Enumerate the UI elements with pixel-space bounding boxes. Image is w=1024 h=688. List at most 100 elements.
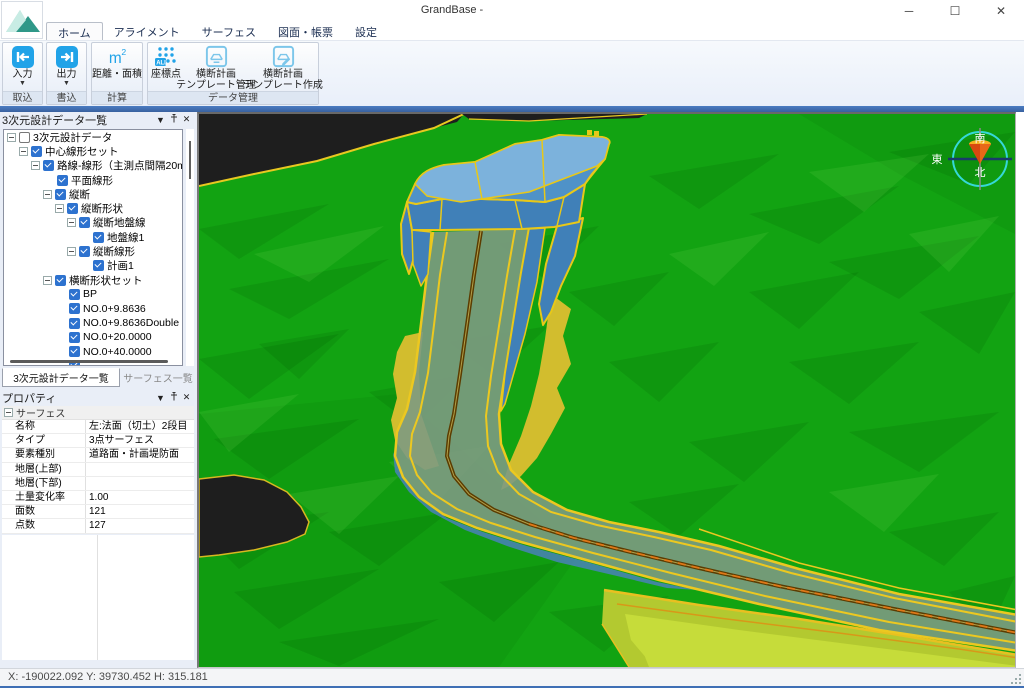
tree-checkbox[interactable]: [69, 346, 80, 357]
collapse-icon[interactable]: [31, 161, 40, 170]
tree-item[interactable]: 縦断地盤線: [4, 216, 182, 230]
tree-item-label: 地盤線1: [107, 230, 144, 245]
collapse-icon[interactable]: [67, 218, 76, 227]
property-row[interactable]: 地層(下部): [2, 477, 194, 491]
tree-checkbox[interactable]: [69, 318, 80, 329]
property-row[interactable]: 点数127: [2, 519, 194, 533]
tab-drawing[interactable]: 図面・帳票: [267, 22, 344, 40]
dropdown-arrow-icon: ▼: [19, 80, 26, 88]
resize-grip[interactable]: [1008, 671, 1021, 684]
property-label: 地層(下部): [2, 477, 85, 490]
tree-checkbox[interactable]: [79, 246, 90, 257]
property-value: 3点サーフェス: [85, 434, 194, 447]
properties-panel-title: プロパティ: [2, 390, 56, 406]
close-button[interactable]: ✕: [978, 0, 1024, 22]
input-button[interactable]: 入力 ▼: [3, 43, 42, 92]
property-label: 地層(上部): [2, 463, 85, 476]
tree-item[interactable]: 縦断: [4, 187, 182, 201]
pin-icon[interactable]: [167, 114, 180, 125]
property-group-header[interactable]: サーフェス: [2, 406, 194, 420]
tree-item[interactable]: 中心線形セット: [4, 144, 182, 158]
tab-surface[interactable]: サーフェス: [191, 22, 267, 40]
tree-item[interactable]: 計画1: [4, 259, 182, 273]
import-icon: [10, 44, 35, 69]
close-panel-icon[interactable]: ✕: [180, 392, 193, 403]
tab-home[interactable]: ホーム: [46, 22, 103, 40]
tree-checkbox[interactable]: [69, 289, 80, 300]
tree-checkbox[interactable]: [69, 332, 80, 343]
tree-item[interactable]: NO.0+9.8636Double: [4, 316, 182, 330]
collapse-icon[interactable]: [43, 276, 52, 285]
viewport-3d[interactable]: 東 西 南 北: [197, 112, 1016, 668]
panel-menu-icon[interactable]: ▼: [154, 115, 167, 125]
dropdown-arrow-icon: ▼: [63, 80, 70, 88]
tree-checkbox[interactable]: [19, 132, 30, 143]
property-row[interactable]: 土量変化率1.00: [2, 491, 194, 505]
tree-horizontal-scrollbar[interactable]: [10, 360, 168, 363]
template-create-button[interactable]: 横断計画 テンプレート作成: [248, 43, 318, 92]
tree-item[interactable]: 横断形状セット: [4, 273, 182, 287]
tree-item[interactable]: 平面線形: [4, 173, 182, 187]
tab-surface-list[interactable]: サーフェス一覧: [122, 368, 194, 387]
export-icon: [54, 44, 79, 69]
tree-item[interactable]: NO.0+40.0000: [4, 344, 182, 358]
collapse-icon[interactable]: [4, 408, 13, 417]
tree-item-label: 中心線形セット: [45, 144, 119, 159]
tree-item-label: NO.0+9.8636: [83, 303, 146, 315]
property-row[interactable]: タイプ3点サーフェス: [2, 434, 194, 448]
tree-item[interactable]: NO.0+20.0000: [4, 330, 182, 344]
property-row[interactable]: 要素種別道路面・計画堤防面: [2, 448, 194, 462]
property-row[interactable]: 地層(上部): [2, 463, 194, 477]
tree-checkbox[interactable]: [67, 203, 78, 214]
panel-menu-icon[interactable]: ▼: [154, 393, 167, 403]
pin-icon[interactable]: [167, 392, 180, 403]
tree-item[interactable]: 路線-線形（主測点間隔20m: [4, 159, 182, 173]
property-value: 1.00: [85, 491, 194, 504]
sidebar: 3次元設計データ一覧 ▼ ✕ 3次元設計データ中心線形セット路線-線形（主測点間…: [0, 112, 197, 668]
properties-empty-area: [2, 535, 194, 660]
tree-item-label: NO.0+9.8636Double: [83, 317, 179, 329]
collapse-icon[interactable]: [19, 147, 28, 156]
status-bar: X: -190022.092 Y: 39730.452 H: 315.181: [0, 668, 1024, 686]
tree-item-label: 横断形状セット: [69, 273, 143, 288]
tree-item[interactable]: NO.0+9.8636: [4, 302, 182, 316]
collapse-icon[interactable]: [67, 247, 76, 256]
tab-design-data-list[interactable]: 3次元設計データ一覧: [2, 368, 120, 387]
collapse-icon[interactable]: [43, 190, 52, 199]
tree-checkbox[interactable]: [93, 232, 104, 243]
tree-checkbox[interactable]: [31, 146, 42, 157]
tree-item[interactable]: 縦断形状: [4, 201, 182, 215]
tree-checkbox[interactable]: [79, 217, 90, 228]
tab-alignment[interactable]: アライメント: [103, 22, 191, 40]
tab-settings[interactable]: 設定: [344, 22, 388, 40]
compass-north-label: 北: [975, 166, 986, 179]
app-logo[interactable]: [1, 1, 43, 39]
property-row[interactable]: 名称左:法面（切土）2段目: [2, 420, 194, 434]
collapse-icon[interactable]: [7, 133, 16, 142]
tree-checkbox[interactable]: [55, 189, 66, 200]
tree-item[interactable]: 3次元設計データ: [4, 130, 182, 144]
design-data-tree: 3次元設計データ中心線形セット路線-線形（主測点間隔20m平面線形縦断縦断形状縦…: [3, 129, 183, 366]
tree-item[interactable]: 縦断線形: [4, 244, 182, 258]
tree-checkbox[interactable]: [93, 260, 104, 271]
tree-item[interactable]: 地盤線1: [4, 230, 182, 244]
template-manage-button[interactable]: 横断計画 テンプレート管理: [184, 43, 248, 92]
coordinate-readout: X: -190022.092 Y: 39730.452 H: 315.181: [8, 671, 208, 683]
tree-checkbox[interactable]: [43, 160, 54, 171]
tree-item-label: 縦断地盤線: [93, 215, 146, 230]
tree-vertical-scrollbar[interactable]: [186, 129, 194, 366]
tree-item-label: 3次元設計データ: [33, 130, 112, 145]
tree-checkbox[interactable]: [55, 275, 66, 286]
distance-area-button[interactable]: m2 距離・面積: [92, 43, 142, 92]
close-panel-icon[interactable]: ✕: [180, 114, 193, 125]
tree-item[interactable]: BP: [4, 287, 182, 301]
property-label: 要素種別: [2, 448, 85, 461]
output-button[interactable]: 出力 ▼: [47, 43, 86, 92]
tree-checkbox[interactable]: [57, 175, 68, 186]
property-row[interactable]: 面数121: [2, 505, 194, 519]
tree-item-label: 縦断: [69, 187, 90, 202]
minimize-button[interactable]: ─: [886, 0, 932, 22]
maximize-button[interactable]: ☐: [932, 0, 978, 22]
tree-checkbox[interactable]: [69, 303, 80, 314]
collapse-icon[interactable]: [55, 204, 64, 213]
